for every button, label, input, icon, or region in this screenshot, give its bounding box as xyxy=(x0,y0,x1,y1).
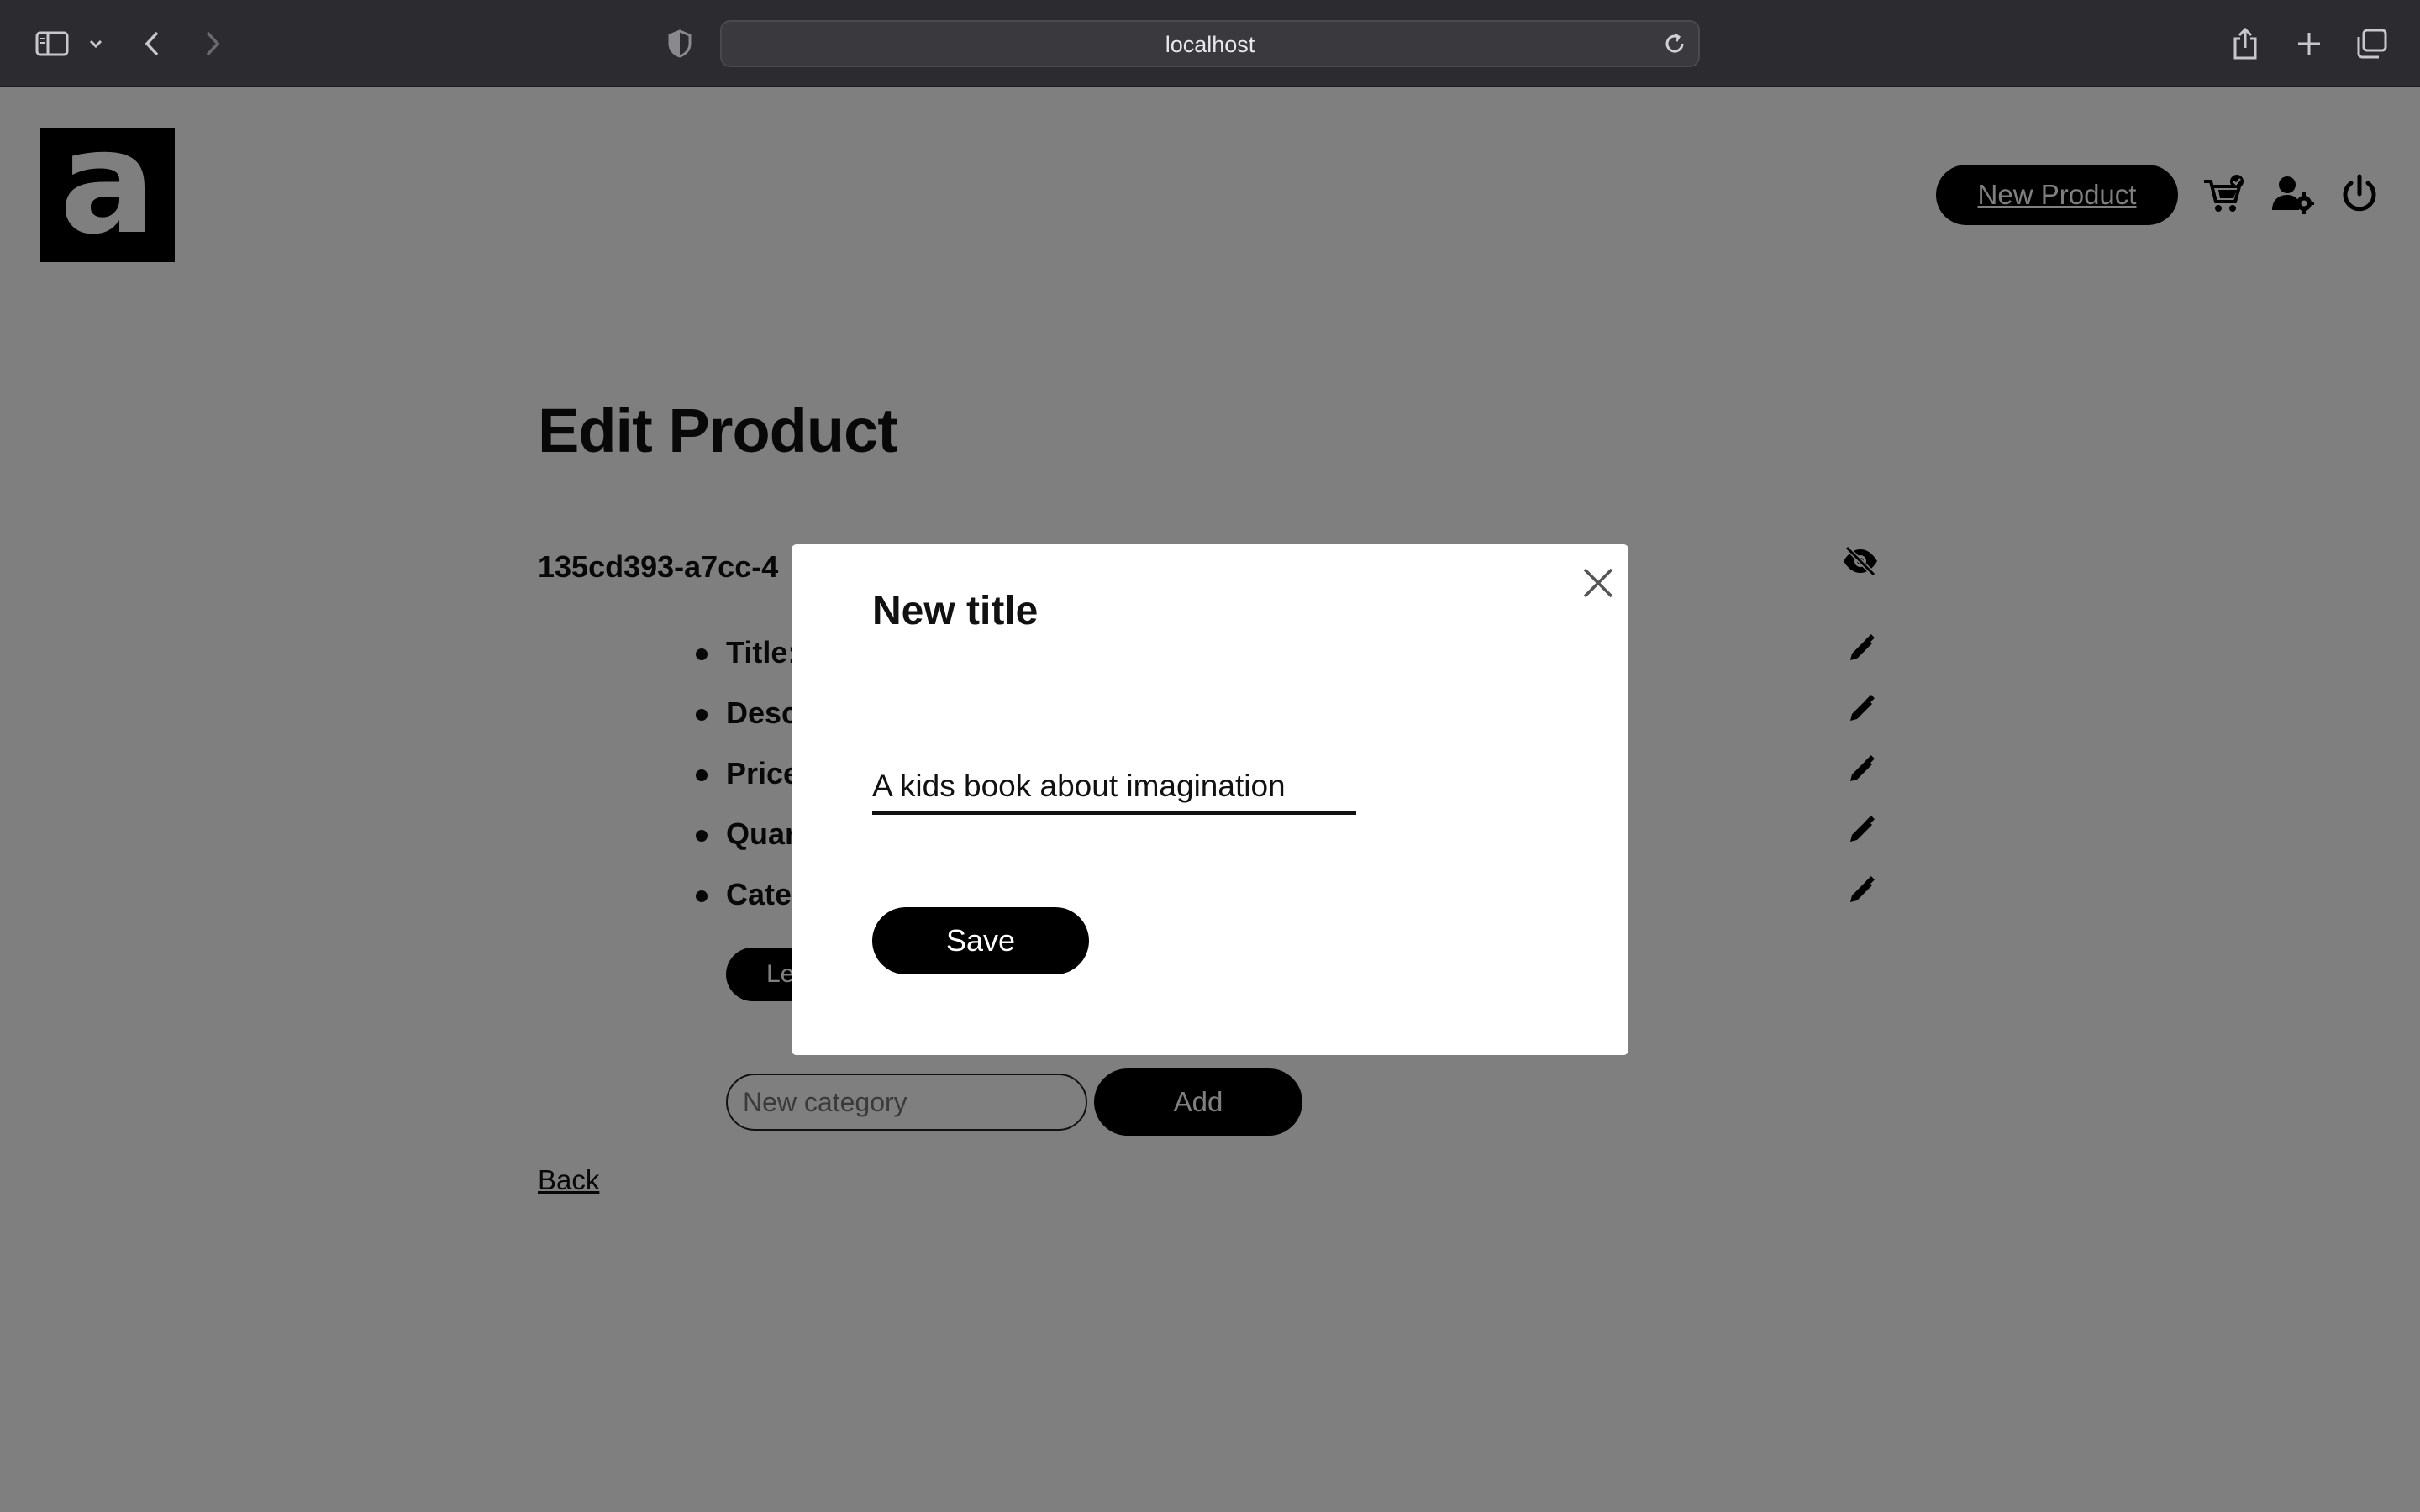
save-button[interactable]: Save xyxy=(872,907,1089,974)
close-icon[interactable] xyxy=(1576,561,1620,605)
forward-arrow-icon[interactable] xyxy=(200,25,225,62)
shield-icon[interactable] xyxy=(666,25,694,62)
url-text: localhost xyxy=(1165,32,1255,57)
browser-toolbar: localhost xyxy=(0,0,2420,87)
address-bar[interactable]: localhost xyxy=(720,20,1700,67)
share-icon[interactable] xyxy=(2228,25,2262,62)
edit-title-modal: New title Save xyxy=(792,544,1628,1055)
new-tab-icon[interactable] xyxy=(2292,25,2326,62)
modal-title: New title xyxy=(872,589,1039,633)
sidebar-toggle-icon[interactable] xyxy=(34,25,71,62)
reload-icon[interactable] xyxy=(1663,32,1686,55)
title-input[interactable] xyxy=(872,761,1356,815)
tab-overview-icon[interactable] xyxy=(2353,25,2390,62)
back-arrow-icon[interactable] xyxy=(139,25,165,62)
chevron-down-icon[interactable] xyxy=(86,25,106,62)
